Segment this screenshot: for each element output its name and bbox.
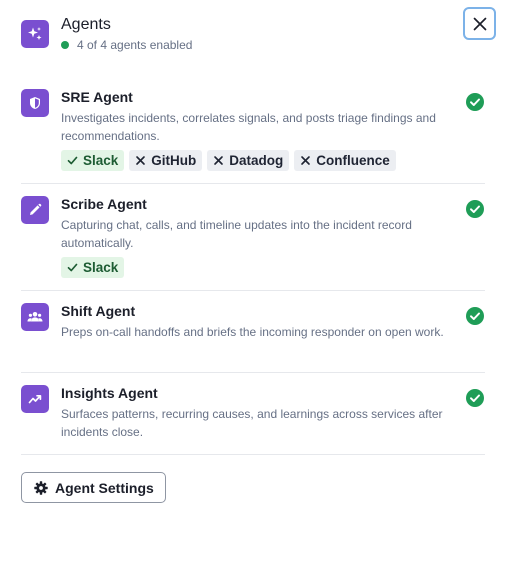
agent-card-scribe: Scribe Agent Capturing chat, calls, and … (21, 196, 485, 291)
integration-tag-datadog[interactable]: Datadog (207, 150, 290, 171)
agent-name: Shift Agent (61, 303, 136, 319)
agent-description: Preps on-call handoffs and briefs the in… (61, 325, 444, 339)
agent-card-insights: Insights Agent Surfaces patterns, recurr… (21, 385, 485, 455)
agents-panel: Agents 4 of 4 agents enabled SRE Agent I… (0, 0, 507, 565)
integration-tags: Slack GitHub Datadog Confluence (61, 150, 396, 171)
agent-description: Capturing chat, calls, and timeline upda… (61, 218, 412, 250)
enabled-check-icon (466, 200, 484, 218)
sparkles-icon (21, 20, 49, 48)
close-icon (473, 17, 486, 30)
integration-tag-confluence[interactable]: Confluence (294, 150, 396, 171)
enabled-check-icon (466, 307, 484, 325)
x-icon (301, 156, 311, 165)
agent-settings-button[interactable]: Agent Settings (21, 472, 166, 503)
integration-tag-slack[interactable]: Slack (61, 150, 125, 171)
integration-label: Slack (83, 260, 119, 275)
integration-tag-slack[interactable]: Slack (61, 257, 125, 278)
integration-tags: Slack (61, 257, 125, 278)
agent-name: Insights Agent (61, 385, 158, 401)
trend-icon (21, 385, 49, 413)
agent-settings-label: Agent Settings (55, 479, 154, 496)
agent-description: Surfaces patterns, recurring causes, and… (61, 407, 443, 439)
agent-description: Investigates incidents, correlates signa… (61, 111, 436, 143)
integration-label: Datadog (229, 153, 284, 168)
gear-icon (34, 480, 48, 495)
agent-card-shift: Shift Agent Preps on-call handoffs and b… (21, 303, 485, 373)
panel-title: Agents (61, 16, 111, 33)
close-button[interactable] (463, 7, 496, 40)
x-icon (136, 156, 146, 165)
shield-icon (21, 89, 49, 117)
integration-label: Slack (83, 153, 119, 168)
x-icon (214, 156, 224, 165)
integration-tag-github[interactable]: GitHub (129, 150, 203, 171)
status-dot (61, 41, 69, 49)
people-icon (21, 303, 49, 331)
agent-card-sre: SRE Agent Investigates incidents, correl… (21, 89, 485, 184)
enabled-check-icon (466, 93, 484, 111)
agent-name: SRE Agent (61, 89, 133, 105)
enabled-status-text: 4 of 4 agents enabled (77, 38, 193, 52)
enabled-status: 4 of 4 agents enabled (61, 38, 192, 52)
integration-label: GitHub (151, 153, 197, 168)
check-icon (67, 156, 78, 165)
integration-label: Confluence (316, 153, 390, 168)
agent-name: Scribe Agent (61, 196, 147, 212)
check-icon (67, 263, 78, 272)
pencil-icon (21, 196, 49, 224)
enabled-check-icon (466, 389, 484, 407)
